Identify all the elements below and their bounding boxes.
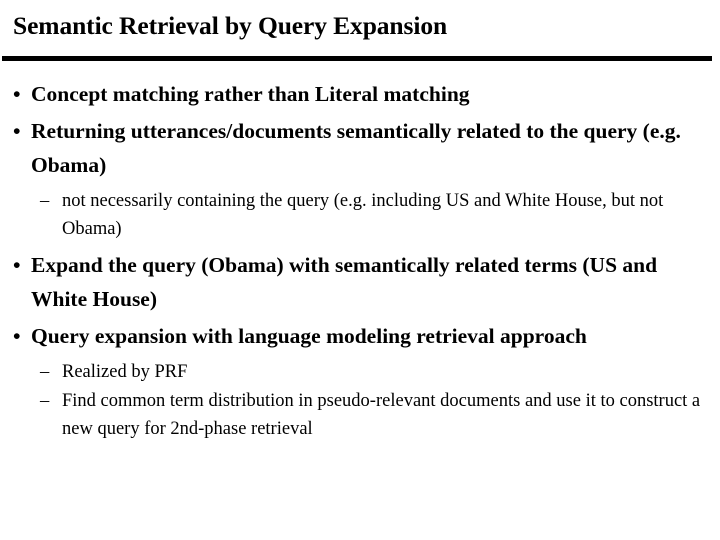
dash-marker-icon: – [40,190,50,211]
list-item: • Query expansion with language modeling… [0,320,720,354]
bullet-list: • Concept matching rather than Literal m… [0,78,720,443]
presentation-slide: Semantic Retrieval by Query Expansion • … [0,0,720,540]
sub-bullet-list: – not necessarily containing the query (… [0,187,720,243]
sub-list-item-text: Find common term distribution in pseudo-… [62,391,701,440]
list-item: • Concept matching rather than Literal m… [0,78,720,112]
list-item-text: Concept matching rather than Literal mat… [31,82,470,106]
list-item-text: Query expansion with language modeling r… [31,324,587,349]
list-item-text: Expand the query (Obama) with semantical… [31,253,658,312]
sub-list-item: – Realized by PRF [0,358,720,386]
title-divider-rule [2,56,712,61]
sub-list-item: – not necessarily containing the query (… [0,187,720,243]
bullet-marker-icon: • [13,253,21,278]
slide-body: • Concept matching rather than Literal m… [0,78,720,449]
dash-marker-icon: – [40,391,50,412]
page-title: Semantic Retrieval by Query Expansion [13,11,448,40]
slide-title-area: Semantic Retrieval by Query Expansion [13,11,713,41]
dash-marker-icon: – [40,362,50,383]
bullet-marker-icon: • [13,82,21,106]
list-item-text: Returning utterances/documents semantica… [31,118,681,177]
list-item: • Returning utterances/documents semanti… [0,115,720,183]
sub-bullet-list: – Realized by PRF – Find common term dis… [0,358,720,443]
list-item: • Expand the query (Obama) with semantic… [0,249,720,317]
bullet-marker-icon: • [13,118,21,143]
sub-list-item-text: not necessarily containing the query (e.… [62,190,664,240]
bullet-marker-icon: • [13,324,21,349]
sub-list-item: – Find common term distribution in pseud… [0,387,720,443]
sub-list-item-text: Realized by PRF [62,362,188,383]
